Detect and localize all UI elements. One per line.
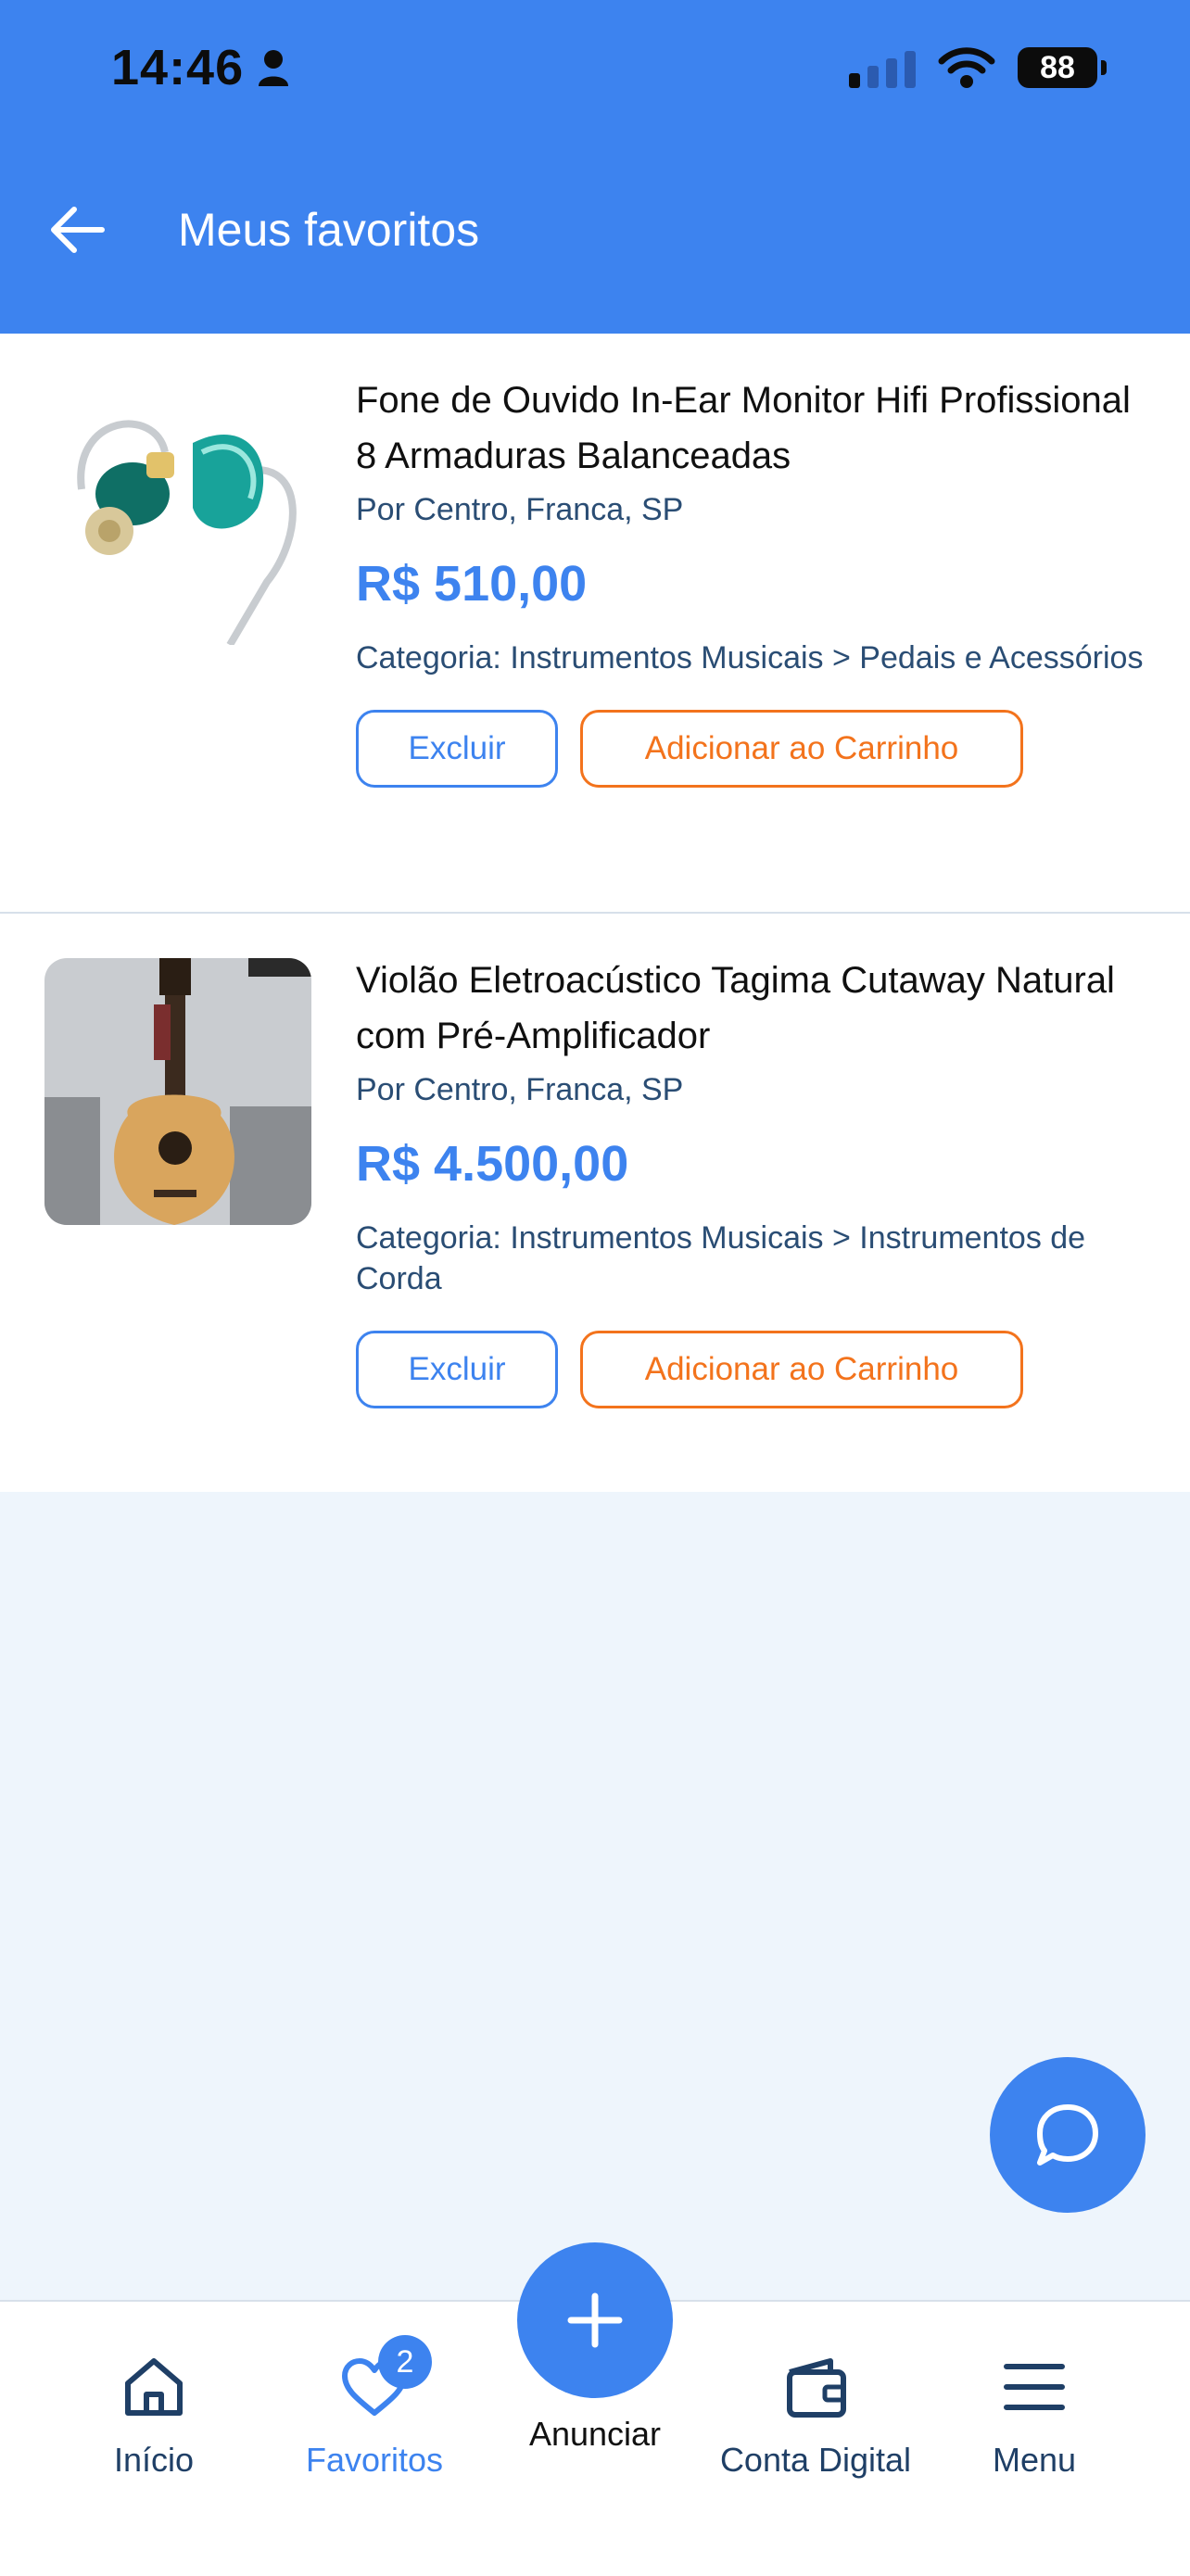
item-actions: Excluir Adicionar ao Carrinho [356,1331,1153,1408]
remove-button[interactable]: Excluir [356,1331,558,1408]
product-image-guitar[interactable] [44,958,311,1225]
favorites-icon-wrapper: 2 [337,2335,432,2424]
nav-wallet[interactable]: Conta Digital [704,2350,927,2480]
remove-button[interactable]: Excluir [356,710,558,788]
plus-icon [567,2292,623,2348]
home-icon [125,2358,183,2416]
product-info: Violão Eletroacústico Tagima Cutaway Nat… [356,953,1153,1408]
add-to-cart-button[interactable]: Adicionar ao Carrinho [580,710,1023,788]
item-actions: Excluir Adicionar ao Carrinho [356,710,1153,788]
nav-menu[interactable]: Menu [923,2350,1146,2480]
status-bar-time: 14:46 [111,39,290,96]
chat-bubble-icon [1037,2104,1098,2166]
nav-home[interactable]: Início [43,2350,265,2480]
back-arrow-icon[interactable] [44,196,111,263]
product-category: Categoria: Instrumentos Musicais > Instr… [356,1220,1086,1296]
add-to-cart-button[interactable]: Adicionar ao Carrinho [580,1331,1023,1408]
product-price: R$ 510,00 [356,556,588,612]
seller-location: Por Centro, Franca, SP [356,492,684,527]
page-title: Meus favoritos [178,204,480,256]
guitar-image [44,958,311,1225]
nav-home-label: Início [113,2441,195,2479]
nav-favorites-label: Favoritos [305,2441,444,2479]
product-image-earphones[interactable] [44,378,311,645]
list-item[interactable]: Violão Eletroacústico Tagima Cutaway Nat… [0,914,1190,1492]
product-name[interactable]: Fone de Ouvido In-Ear Monitor Hifi Profi… [356,373,1153,484]
status-indicators: 88 [849,46,1107,89]
product-name[interactable]: Violão Eletroacústico Tagima Cutaway Nat… [356,953,1153,1064]
seller-location: Por Centro, Franca, SP [356,1072,684,1107]
favorites-count-badge: 2 [378,2335,432,2389]
cellular-signal-icon [849,47,916,88]
battery-icon: 88 [1018,47,1107,88]
post-ad-button[interactable] [517,2242,673,2398]
chat-button[interactable] [990,2057,1146,2213]
nav-favorites[interactable]: 2 Favoritos [263,2335,486,2480]
person-icon [259,50,289,86]
wifi-icon [938,47,995,88]
app-header: 14:46 88 Meus favoritos [0,0,1190,334]
nav-post-label[interactable]: Anunciar [465,2415,725,2454]
hamburger-menu-icon [1004,2364,1065,2410]
nav-menu-label: Menu [992,2441,1077,2479]
nav-wallet-label: Conta Digital [719,2441,912,2479]
wallet-icon [787,2358,846,2418]
product-price: R$ 4.500,00 [356,1136,629,1192]
product-category: Categoria: Instrumentos Musicais > Pedai… [356,640,1144,676]
clock: 14:46 [111,40,245,95]
list-item[interactable]: Fone de Ouvido In-Ear Monitor Hifi Profi… [0,334,1190,914]
product-info: Fone de Ouvido In-Ear Monitor Hifi Profi… [356,373,1153,788]
favorites-list: Fone de Ouvido In-Ear Monitor Hifi Profi… [0,334,1190,1492]
earphones-image [44,378,311,645]
